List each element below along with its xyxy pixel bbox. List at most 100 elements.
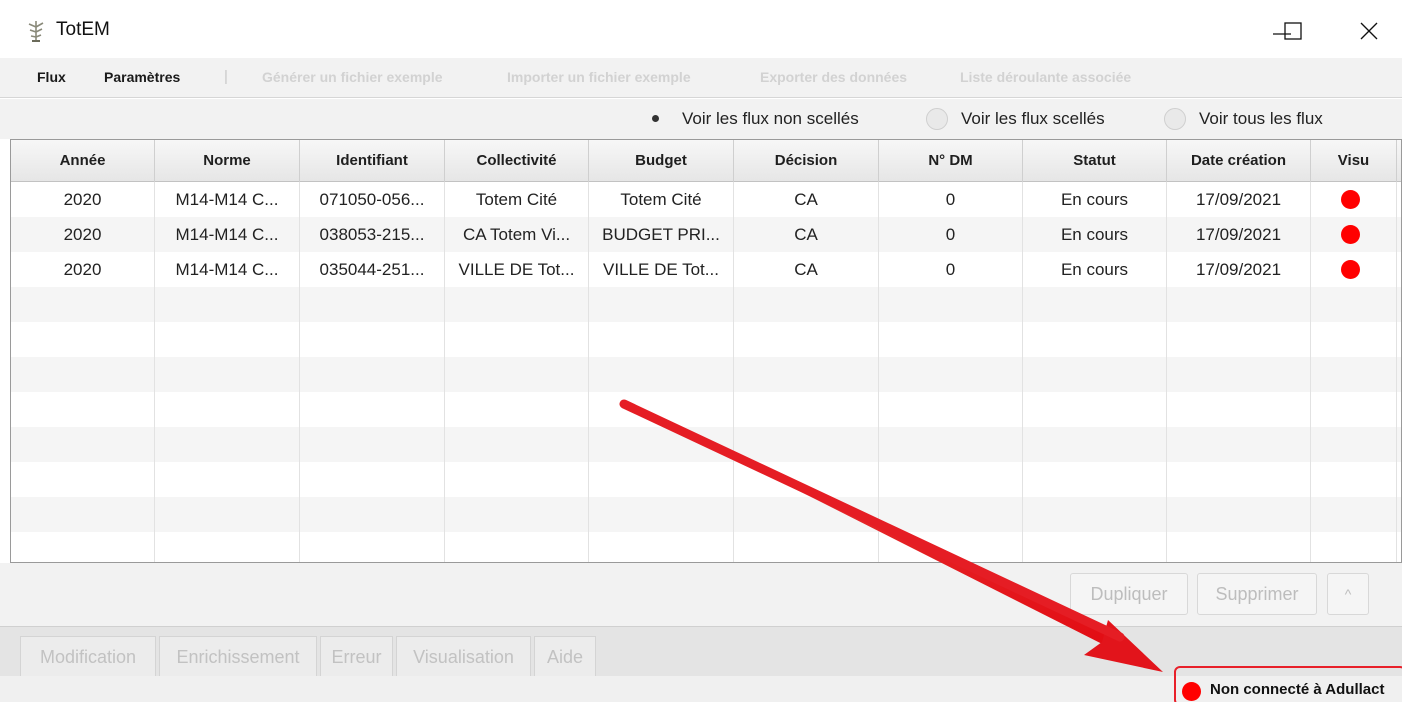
duplicate-button[interactable]: Dupliquer: [1070, 573, 1188, 615]
cell-num-dm: [879, 532, 1023, 562]
cell-statut: [1023, 427, 1167, 462]
cell-collectivite: [445, 532, 589, 562]
tab-aide[interactable]: Aide: [534, 636, 596, 677]
cell-annee: [11, 497, 155, 532]
cell-annee: [11, 392, 155, 427]
cell-num-dm: 0: [879, 217, 1023, 252]
cell-decision: [734, 357, 879, 392]
cell-norme: M14-M14 C...: [155, 182, 300, 217]
header-visu[interactable]: Visu: [1311, 140, 1397, 182]
table-row[interactable]: 2020 M14-M14 C... 038053-215... CA Totem Vi…: [11, 217, 1401, 252]
close-button[interactable]: [1348, 12, 1394, 48]
tab-erreur[interactable]: Erreur: [320, 636, 393, 677]
visu-status-dot[interactable]: [1340, 225, 1360, 244]
maximize-button[interactable]: [1272, 12, 1318, 48]
cell-norme: [155, 357, 300, 392]
cell-collectivite: [445, 357, 589, 392]
cell-date-creation: 17/09/2021: [1167, 182, 1311, 217]
table-row[interactable]: [11, 287, 1401, 322]
menu-importer-fichier-exemple[interactable]: Importer un fichier exemple: [507, 69, 691, 85]
cell-visu: [1311, 322, 1397, 357]
cell-norme: M14-M14 C...: [155, 217, 300, 252]
table-row[interactable]: [11, 392, 1401, 427]
radio-tous[interactable]: Voir tous les flux: [1164, 106, 1384, 132]
menu-exporter-donnees[interactable]: Exporter des données: [760, 69, 907, 85]
menu-parametres[interactable]: Paramètres: [104, 69, 180, 85]
tab-enrichissement[interactable]: Enrichissement: [159, 636, 317, 677]
cell-num-dm: [879, 497, 1023, 532]
menu-separator: |: [224, 68, 228, 85]
header-decision[interactable]: Décision: [734, 140, 879, 182]
cell-visu: [1311, 462, 1397, 497]
cell-identifiant: [300, 357, 445, 392]
tree-icon: [28, 21, 44, 42]
header-statut[interactable]: Statut: [1023, 140, 1167, 182]
cell-norme: [155, 322, 300, 357]
header-date-creation[interactable]: Date création: [1167, 140, 1311, 182]
cell-norme: [155, 532, 300, 562]
cell-annee: [11, 322, 155, 357]
table-row[interactable]: [11, 532, 1401, 562]
header-identifiant[interactable]: Identifiant: [300, 140, 445, 182]
cell-statut: En cours: [1023, 252, 1167, 287]
up-button[interactable]: ^: [1327, 573, 1369, 615]
cell-decision: [734, 497, 879, 532]
cell-identifiant: 071050-056...: [300, 182, 445, 217]
cell-visu: [1311, 427, 1397, 462]
table-row[interactable]: [11, 427, 1401, 462]
header-num-dm[interactable]: N° DM: [879, 140, 1023, 182]
tab-modification[interactable]: Modification: [20, 636, 156, 677]
cell-statut: [1023, 532, 1167, 562]
cell-budget: [589, 357, 734, 392]
menu-liste-deroulante-associee[interactable]: Liste déroulante associée: [960, 69, 1131, 85]
table-row[interactable]: 2020 M14-M14 C... 035044-251... VILLE DE To…: [11, 252, 1401, 287]
cell-identifiant: [300, 462, 445, 497]
cell-annee: [11, 357, 155, 392]
cell-decision: [734, 427, 879, 462]
header-collectivite[interactable]: Collectivité: [445, 140, 589, 182]
window-title: TotEM: [56, 19, 110, 40]
table-row[interactable]: [11, 322, 1401, 357]
cell-norme: [155, 497, 300, 532]
cell-num-dm: [879, 357, 1023, 392]
table-row[interactable]: [11, 497, 1401, 532]
cell-date-creation: [1167, 427, 1311, 462]
cell-collectivite: Totem Cité: [445, 182, 589, 217]
cell-date-creation: [1167, 497, 1311, 532]
visu-status-dot[interactable]: [1340, 190, 1360, 209]
cell-decision: [734, 532, 879, 562]
cell-collectivite: [445, 392, 589, 427]
cell-visu: [1311, 392, 1397, 427]
cell-identifiant: [300, 532, 445, 562]
table-row[interactable]: [11, 357, 1401, 392]
cell-budget: [589, 392, 734, 427]
menu-generer-fichier-exemple[interactable]: Générer un fichier exemple: [262, 69, 443, 85]
cell-budget: [589, 497, 734, 532]
cell-visu: [1311, 217, 1397, 252]
title-bar: TotEM: [0, 0, 1402, 58]
cell-statut: En cours: [1023, 217, 1167, 252]
radio-scelles[interactable]: Voir les flux scellés: [926, 106, 1146, 132]
cell-visu: [1311, 287, 1397, 322]
menu-flux[interactable]: Flux: [37, 69, 66, 85]
cell-identifiant: [300, 287, 445, 322]
header-annee[interactable]: Année: [11, 140, 155, 182]
cell-annee: 2020: [11, 182, 155, 217]
table-header: Année Norme Identifiant Collectivité Budget D…: [11, 140, 1401, 182]
cell-visu: [1311, 357, 1397, 392]
maximize-icon: [1284, 22, 1302, 40]
cell-identifiant: [300, 322, 445, 357]
tab-visualisation[interactable]: Visualisation: [396, 636, 531, 677]
visu-status-dot[interactable]: [1340, 260, 1360, 279]
table-row[interactable]: [11, 462, 1401, 497]
table-row[interactable]: 2020 M14-M14 C... 071050-056... Totem Cité T…: [11, 182, 1401, 217]
header-budget[interactable]: Budget: [589, 140, 734, 182]
header-norme[interactable]: Norme: [155, 140, 300, 182]
delete-button[interactable]: Supprimer: [1197, 573, 1317, 615]
cell-date-creation: [1167, 392, 1311, 427]
cell-statut: [1023, 392, 1167, 427]
radio-non-scelles[interactable]: Voir les flux non scellés: [645, 106, 905, 132]
cell-num-dm: 0: [879, 252, 1023, 287]
cell-collectivite: CA Totem Vi...: [445, 217, 589, 252]
cell-norme: M14-M14 C...: [155, 252, 300, 287]
